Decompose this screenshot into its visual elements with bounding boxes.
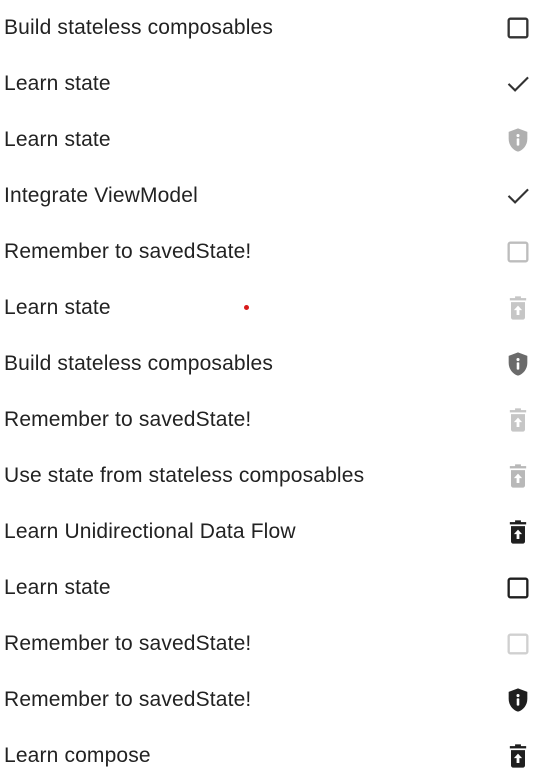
task-row[interactable]: Learn state: [0, 112, 552, 168]
task-label: Learn Unidirectional Data Flow: [4, 520, 296, 543]
task-row[interactable]: Remember to savedState!: [0, 392, 552, 448]
task-row[interactable]: Learn compose: [0, 728, 552, 784]
task-row[interactable]: Remember to savedState!: [0, 616, 552, 672]
task-label: Build stateless composables: [4, 16, 274, 39]
task-row[interactable]: Learn state: [0, 560, 552, 616]
shield-info-icon[interactable]: [504, 126, 532, 154]
task-row[interactable]: Use state from stateless composables: [0, 448, 552, 504]
task-row[interactable]: Learn state: [0, 56, 552, 112]
task-row[interactable]: Remember to savedState!: [0, 224, 552, 280]
task-label: Build stateless composables: [4, 352, 274, 375]
delete-restore-icon[interactable]: [504, 742, 532, 770]
task-label: Remember to savedState!: [4, 688, 252, 711]
checkbox-outline-icon[interactable]: [504, 238, 532, 266]
delete-restore-icon[interactable]: [504, 294, 532, 322]
checkbox-outline-icon[interactable]: [504, 630, 532, 658]
touch-indicator-dot: [244, 305, 249, 310]
task-row[interactable]: Learn state: [0, 280, 552, 336]
task-label: Learn state: [4, 576, 111, 599]
task-label: Learn state: [4, 72, 111, 95]
task-label: Remember to savedState!: [4, 408, 252, 431]
task-row[interactable]: Build stateless composables: [0, 0, 552, 56]
task-row[interactable]: Integrate ViewModel: [0, 168, 552, 224]
task-label: Learn state: [4, 128, 111, 151]
shield-info-icon[interactable]: [504, 350, 532, 378]
checkbox-outline-icon[interactable]: [504, 14, 532, 42]
delete-restore-icon[interactable]: [504, 462, 532, 490]
task-label: Learn state: [4, 296, 111, 319]
delete-restore-icon[interactable]: [504, 518, 532, 546]
task-row[interactable]: Build stateless composables: [0, 336, 552, 392]
task-row[interactable]: Remember to savedState!: [0, 672, 552, 728]
task-label: Remember to savedState!: [4, 240, 252, 263]
checkbox-outline-icon[interactable]: [504, 574, 532, 602]
task-label: Learn compose: [4, 744, 151, 767]
delete-restore-icon[interactable]: [504, 406, 532, 434]
shield-info-icon[interactable]: [504, 686, 532, 714]
check-icon[interactable]: [504, 182, 532, 210]
task-label: Integrate ViewModel: [4, 184, 198, 207]
task-row[interactable]: Learn Unidirectional Data Flow: [0, 504, 552, 560]
check-icon[interactable]: [504, 70, 532, 98]
task-label: Remember to savedState!: [4, 632, 252, 655]
task-label: Use state from stateless composables: [4, 464, 365, 487]
